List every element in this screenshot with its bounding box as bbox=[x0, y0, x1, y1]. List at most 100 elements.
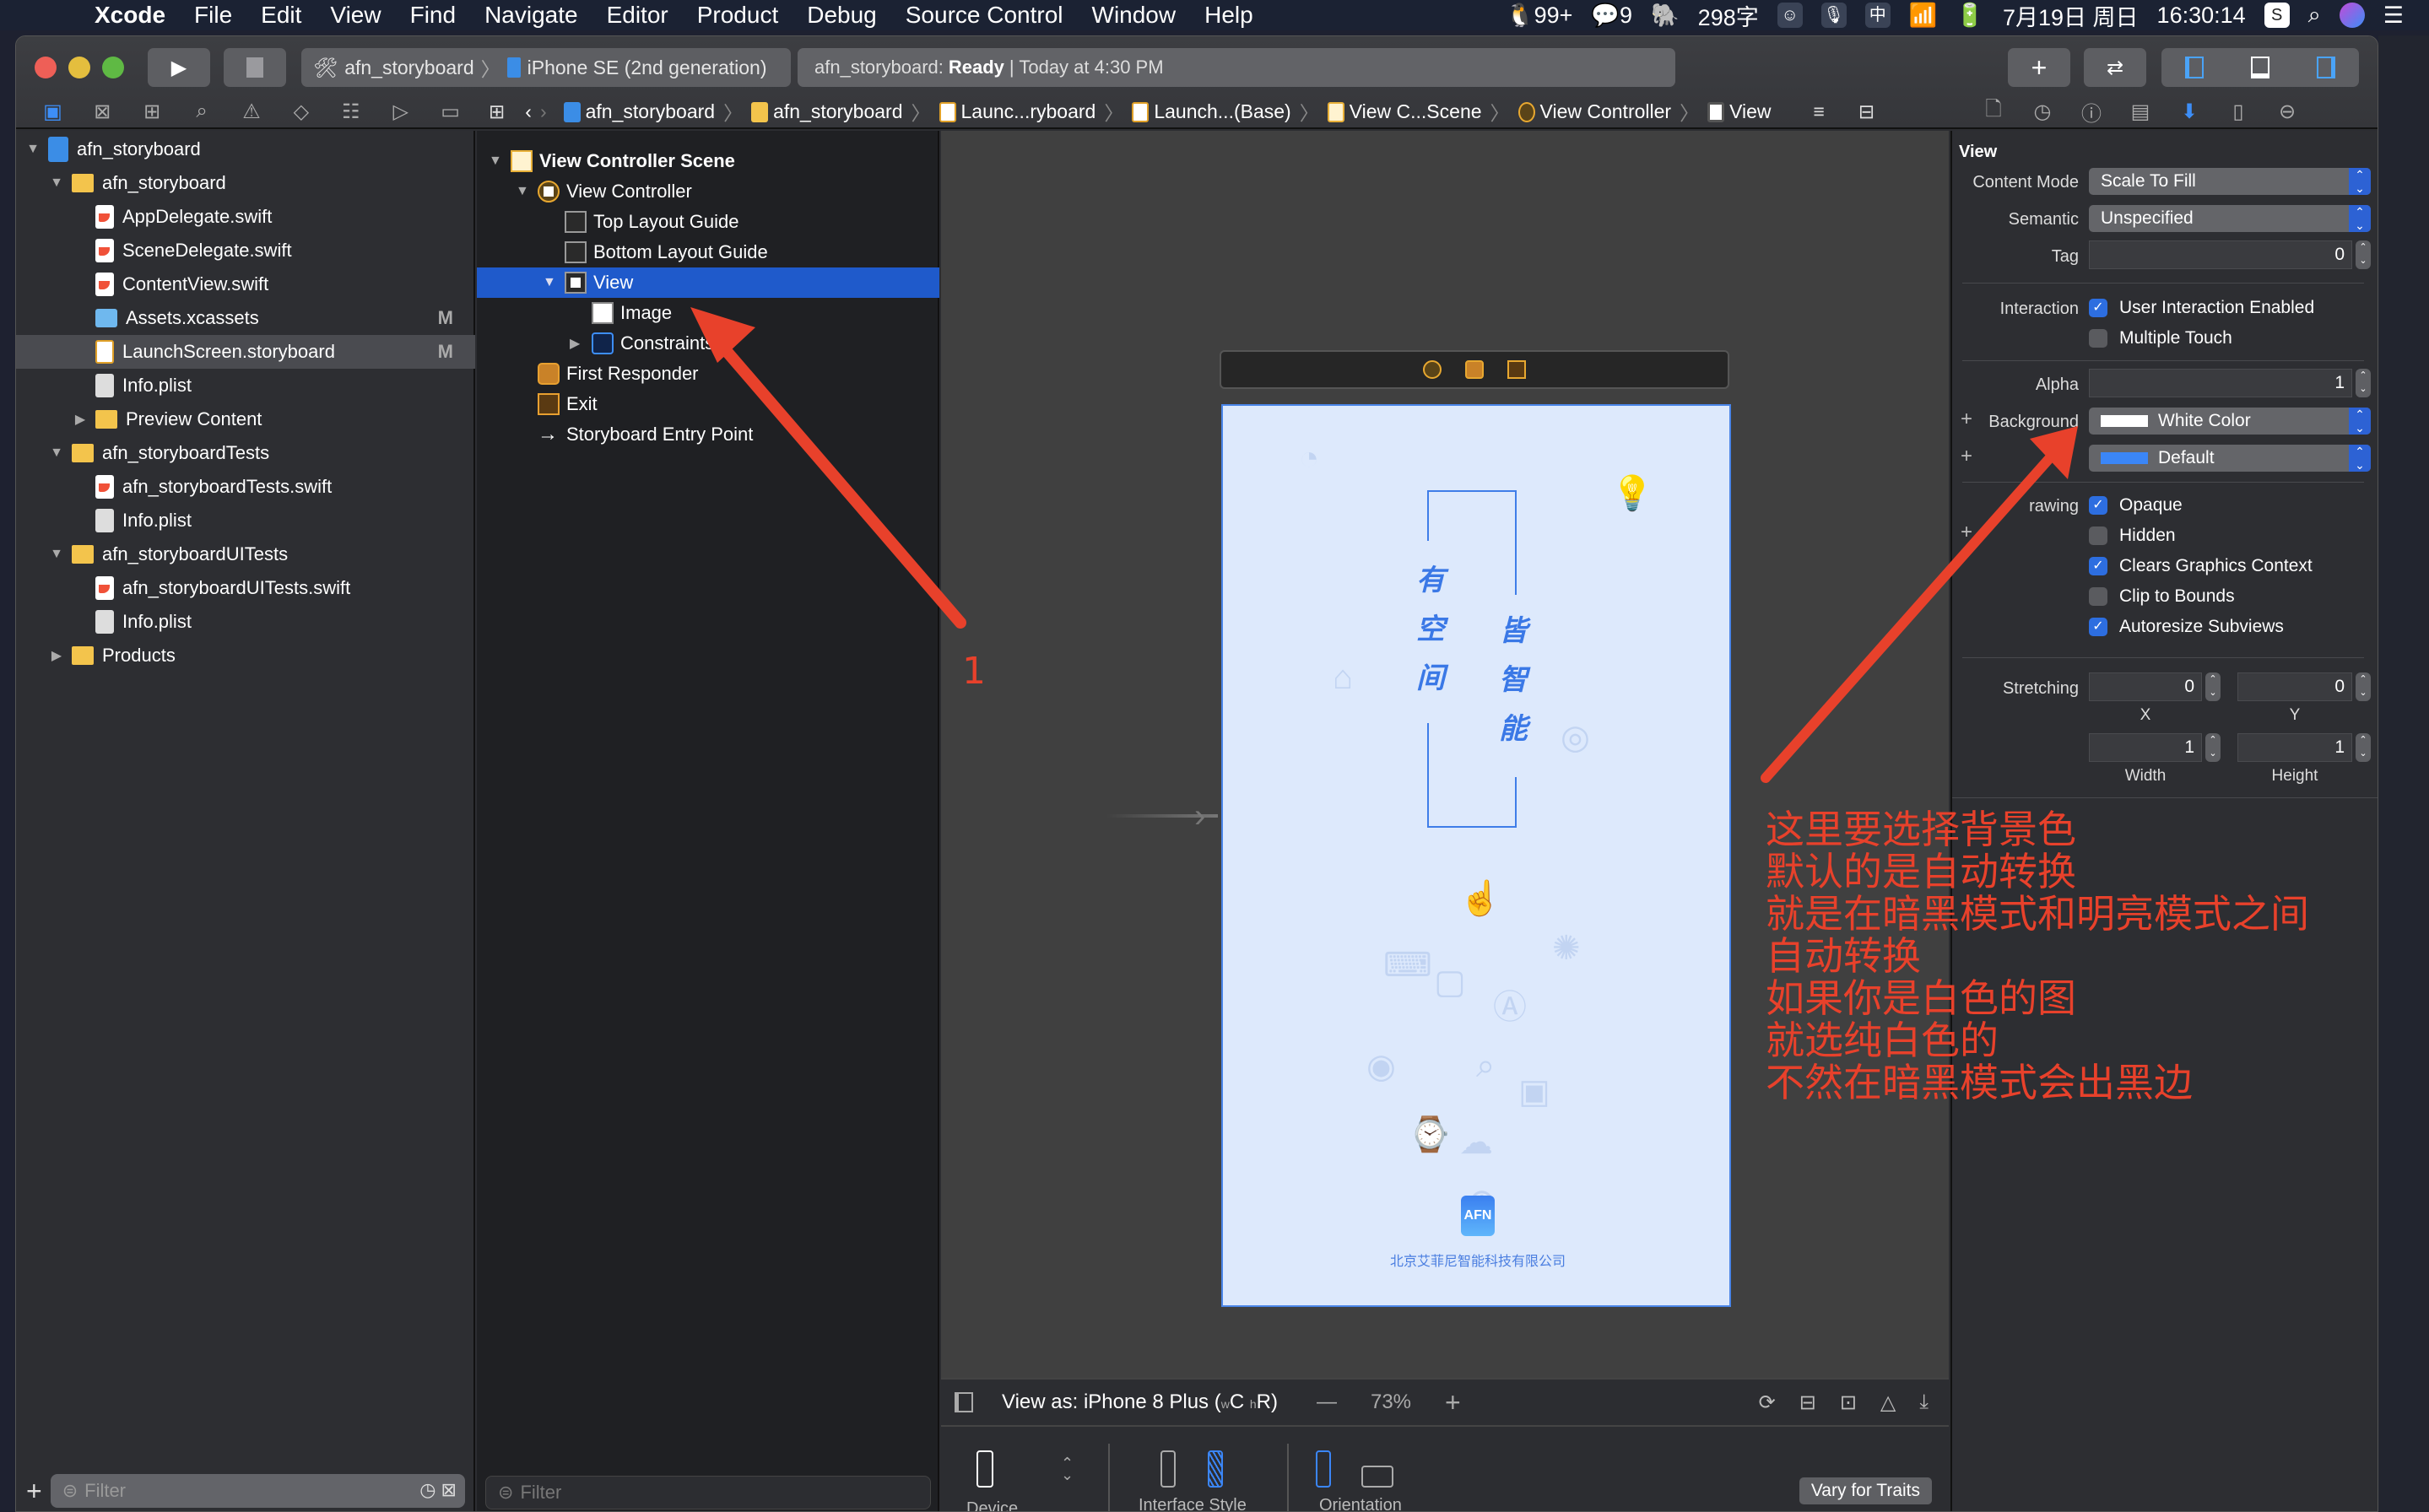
wechat-icon[interactable]: 💬9 bbox=[1591, 2, 1632, 29]
add-editor-icon[interactable]: ⊟ bbox=[1858, 100, 1874, 123]
multiple-touch-checkbox[interactable]: Multiple Touch bbox=[2089, 328, 2232, 348]
outline-item[interactable]: Bottom Layout Guide bbox=[477, 237, 939, 267]
menu-product[interactable]: Product bbox=[697, 2, 779, 29]
stretch-width-stepper[interactable]: ⌃ ⌄ bbox=[2205, 733, 2221, 762]
drawing-checkbox[interactable]: ✓ Clears Graphics Context bbox=[2089, 556, 2313, 576]
siri-icon[interactable] bbox=[2339, 3, 2365, 28]
test-navigator-icon[interactable]: ◇ bbox=[276, 100, 326, 124]
portrait-icon[interactable] bbox=[1316, 1450, 1331, 1488]
navigator-filter-field[interactable]: ⊜ Filter ◷ ⊠ bbox=[50, 1474, 465, 1508]
jumpbar-view-controller[interactable]: View Controller bbox=[1517, 100, 1671, 123]
dark-mode-icon[interactable] bbox=[1208, 1450, 1223, 1488]
stretch-x-stepper[interactable]: ⌃ ⌄ bbox=[2205, 672, 2221, 701]
stretch-y-stepper[interactable]: ⌃ ⌄ bbox=[2356, 672, 2371, 701]
disclosure-collapsed-icon[interactable]: ▶ bbox=[72, 411, 89, 428]
toggle-inspector-button[interactable] bbox=[2293, 48, 2359, 87]
navigator-item[interactable]: ▼ afn_storyboardTests bbox=[16, 436, 475, 470]
navigator-item[interactable]: afn_storyboardTests.swift bbox=[16, 470, 475, 504]
alpha-stepper[interactable]: ⌃ ⌄ bbox=[2356, 369, 2371, 397]
jumpbar-base[interactable]: Launch...(Base) bbox=[1132, 100, 1291, 123]
disclosure-expanded-icon[interactable]: ▼ bbox=[24, 142, 41, 157]
navigator-item[interactable]: ▶ Preview Content bbox=[16, 402, 475, 436]
back-button[interactable]: ‹ bbox=[525, 100, 532, 123]
connections-inspector-icon[interactable]: ⊖ bbox=[2263, 100, 2312, 124]
outline-item[interactable]: ▶ Constraints bbox=[477, 328, 939, 359]
stretch-height-field[interactable]: 1 bbox=[2237, 733, 2352, 762]
disclosure-expanded-icon[interactable]: ▼ bbox=[48, 176, 65, 191]
char-count[interactable]: 298字 bbox=[1698, 0, 1759, 32]
user-interaction-checkbox[interactable]: ✓ User Interaction Enabled bbox=[2089, 298, 2314, 318]
stretch-width-field[interactable]: 1 bbox=[2089, 733, 2202, 762]
size-inspector-icon[interactable]: ▯ bbox=[2214, 100, 2263, 124]
launch-screen-view[interactable]: 有 空 间 皆 智 能 ◔ 💡 ⌂ ◎ ☝ ⌨ ▢ Ⓐ ✺ ◉ ⌕ ▣ ⌚ ☁ … bbox=[1221, 404, 1731, 1307]
menu-editor[interactable]: Editor bbox=[607, 2, 668, 29]
close-window-button[interactable] bbox=[35, 57, 57, 78]
tag-field[interactable]: 0 bbox=[2089, 240, 2352, 269]
exit-icon[interactable] bbox=[1507, 360, 1526, 379]
forward-button[interactable]: › bbox=[540, 100, 547, 123]
disclosure-collapsed-icon[interactable]: ▶ bbox=[48, 647, 65, 664]
input-method[interactable]: 中 bbox=[1864, 3, 1891, 28]
resolve-autolayout-icon[interactable]: ⤓ bbox=[1919, 1390, 1929, 1415]
library-button[interactable]: + bbox=[2008, 48, 2070, 87]
clock[interactable]: 16:30:14 bbox=[2157, 3, 2246, 29]
view-as-button[interactable]: View as: iPhone 8 Plus (wC hR) bbox=[1002, 1390, 1278, 1414]
jumpbar-scene[interactable]: View C...Scene bbox=[1327, 100, 1482, 123]
jumpbar-project[interactable]: afn_storyboard bbox=[563, 100, 715, 123]
recent-files-icon[interactable]: ◷ ⊠ bbox=[419, 1479, 457, 1501]
menu-view[interactable]: View bbox=[330, 2, 381, 29]
navigator-item[interactable]: LaunchScreen.storyboard M bbox=[16, 335, 475, 369]
toggle-outline-icon[interactable] bbox=[955, 1392, 973, 1412]
run-destination[interactable]: iPhone SE (2nd generation) bbox=[527, 57, 767, 79]
qq-icon[interactable]: 🐧99+ bbox=[1506, 2, 1572, 29]
update-frames-icon[interactable]: ⟳ bbox=[1759, 1390, 1776, 1415]
landscape-icon[interactable] bbox=[1361, 1466, 1393, 1488]
disclosure-expanded-icon[interactable]: ▼ bbox=[516, 184, 538, 199]
menu-debug[interactable]: Debug bbox=[807, 2, 877, 29]
navigator-item[interactable]: ContentView.swift bbox=[16, 267, 475, 301]
add-constraints-icon[interactable]: △ bbox=[1880, 1390, 1896, 1415]
emoji-icon[interactable]: ☺ bbox=[1777, 3, 1803, 28]
disclosure-expanded-icon[interactable]: ▼ bbox=[489, 154, 511, 169]
navigator-item[interactable]: AppDelegate.swift bbox=[16, 200, 475, 234]
toggle-debug-area-button[interactable] bbox=[2227, 48, 2293, 87]
issue-navigator-icon[interactable]: ⚠ bbox=[227, 100, 277, 124]
disclosure-expanded-icon[interactable]: ▼ bbox=[543, 275, 565, 290]
device-phone-icon[interactable] bbox=[976, 1450, 993, 1488]
run-button[interactable]: ▶ bbox=[148, 48, 210, 87]
history-inspector-icon[interactable]: ◷ bbox=[2018, 100, 2067, 124]
toggle-navigator-button[interactable] bbox=[2161, 48, 2227, 87]
navigator-item[interactable]: Info.plist bbox=[16, 504, 475, 537]
tag-stepper[interactable]: ⌃ ⌄ bbox=[2356, 240, 2371, 269]
symbol-navigator-icon[interactable]: ⊞ bbox=[127, 100, 177, 124]
menu-app-name[interactable]: Xcode bbox=[95, 2, 165, 29]
add-variation-plus-icon[interactable]: + bbox=[1961, 408, 1972, 431]
source-control-navigator-icon[interactable]: ⊠ bbox=[78, 100, 127, 124]
menu-edit[interactable]: Edit bbox=[261, 2, 301, 29]
outline-item[interactable]: ▼ View Controller Scene bbox=[477, 146, 939, 176]
spotlight-icon[interactable]: ⌕ bbox=[2308, 2, 2321, 29]
add-variation-plus-icon[interactable]: + bbox=[1961, 521, 1972, 544]
minimize-window-button[interactable] bbox=[68, 57, 90, 78]
navigator-item[interactable]: Info.plist bbox=[16, 369, 475, 402]
file-inspector-icon[interactable]: 🗋 bbox=[1969, 94, 2018, 129]
document-items-icon[interactable]: ≡ bbox=[1814, 100, 1825, 123]
wifi-icon[interactable]: 📶 bbox=[1909, 2, 1938, 29]
stretch-y-field[interactable]: 0 bbox=[2237, 672, 2352, 701]
notification-center-icon[interactable]: ☰ bbox=[2383, 3, 2404, 29]
microphone-icon[interactable]: 🎙 bbox=[1820, 3, 1847, 28]
navigator-item[interactable]: ▶ Products bbox=[16, 639, 475, 672]
jumpbar-storyboard[interactable]: Launc...ryboard bbox=[939, 100, 1095, 123]
navigator-item[interactable]: ▼ afn_storyboard bbox=[16, 132, 475, 166]
outline-item[interactable]: Exit bbox=[477, 389, 939, 419]
zoom-out-button[interactable]: — bbox=[1317, 1390, 1337, 1414]
disclosure-expanded-icon[interactable]: ▼ bbox=[48, 547, 65, 562]
alpha-field[interactable]: 1 bbox=[2089, 369, 2352, 397]
outline-item[interactable]: ▼ View Controller bbox=[477, 176, 939, 207]
navigator-item[interactable]: SceneDelegate.swift bbox=[16, 234, 475, 267]
view-controller-icon[interactable] bbox=[1423, 360, 1442, 379]
report-navigator-icon[interactable]: ▭ bbox=[425, 100, 475, 124]
scheme-selector[interactable]: 🛠 afn_storyboard 〉 iPhone SE (2nd genera… bbox=[301, 48, 791, 87]
add-variation-plus-icon[interactable]: + bbox=[1961, 445, 1972, 468]
date[interactable]: 7月19日 周日 bbox=[2003, 0, 2139, 32]
